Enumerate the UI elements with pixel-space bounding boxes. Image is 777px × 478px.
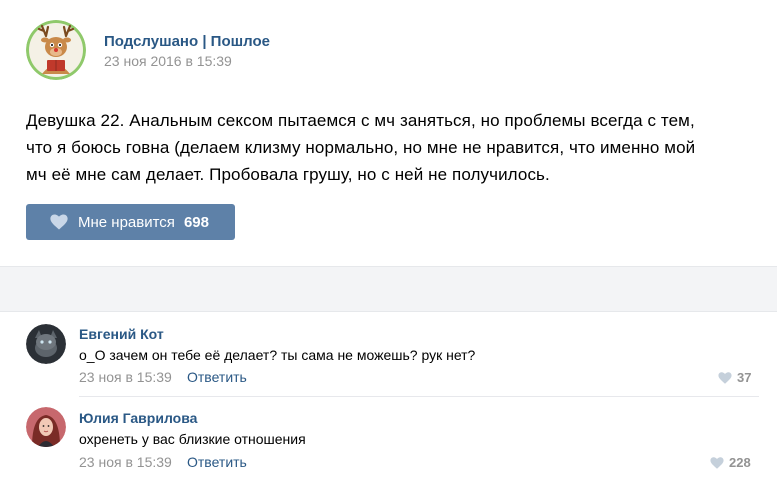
comment-text: охренеть у вас близкие отношения: [79, 431, 306, 447]
post-card: Подслушано | Пошлое 23 ноя 2016 в 15:39 …: [0, 0, 777, 266]
heart-icon: [50, 214, 70, 230]
heart-icon: [718, 371, 732, 384]
like-count: 698: [183, 213, 209, 231]
comment-avatar[interactable]: [26, 324, 66, 364]
comment-item: Юлия Гаврилова охренеть у вас близкие от…: [0, 397, 777, 478]
post-date[interactable]: 23 ноя 2016 в 15:39: [104, 53, 232, 69]
post-text-line: Девушка 22. Анальным сексом пытаемся с м…: [26, 111, 695, 130]
post-text: Девушка 22. Анальным сексом пытаемся с м…: [26, 107, 756, 188]
post-text-line: мч её мне сам делает. Пробовала грушу, н…: [26, 165, 550, 184]
comment-date[interactable]: 23 ноя в 15:39: [79, 369, 172, 385]
comment-item: Евгений Кот о_О зачем он тебе её делает?…: [0, 312, 777, 398]
comment-text: о_О зачем он тебе её делает? ты сама не …: [79, 347, 476, 363]
comment-like-button[interactable]: 228: [710, 455, 751, 470]
comment-like-button[interactable]: 37: [718, 370, 751, 385]
comment-like-count: 228: [729, 455, 751, 470]
comment-like-count: 37: [737, 370, 752, 385]
comment-author[interactable]: Юлия Гаврилова: [79, 410, 197, 426]
community-avatar[interactable]: [26, 20, 86, 80]
comment-author[interactable]: Евгений Кот: [79, 326, 164, 342]
comment-date[interactable]: 23 ноя в 15:39: [79, 454, 172, 470]
reindeer-avatar-icon: [26, 20, 86, 80]
section-divider: [0, 266, 777, 312]
comment-avatar[interactable]: [26, 407, 66, 447]
heart-icon: [710, 456, 724, 469]
like-label: Мне нравится: [78, 213, 175, 231]
reply-link[interactable]: Ответить: [187, 369, 247, 385]
reply-link[interactable]: Ответить: [187, 454, 247, 470]
like-button[interactable]: Мне нравится 698: [26, 204, 235, 240]
post-text-line: что я боюсь говна (делаем клизму нормаль…: [26, 138, 696, 157]
post-author[interactable]: Подслушано | Пошлое: [104, 33, 270, 50]
